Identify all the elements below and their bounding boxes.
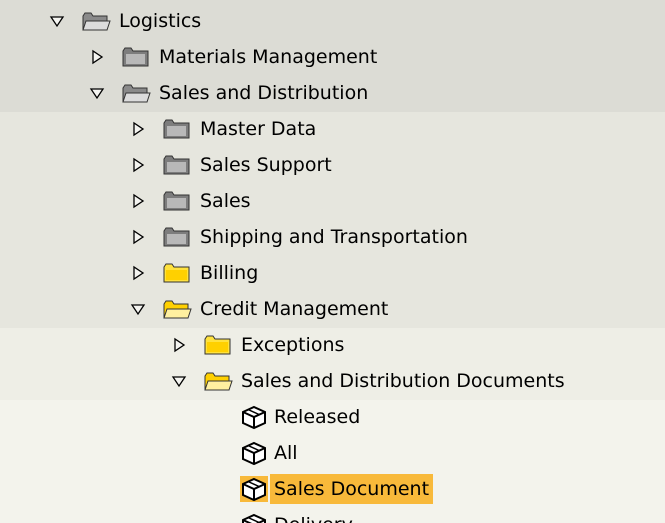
- tree-node-shipping-and-transportation[interactable]: Shipping and Transportation: [0, 219, 665, 255]
- tree-leaf-label: All: [274, 442, 298, 464]
- tree-leaf-released[interactable]: Released: [0, 399, 665, 435]
- tree-node-sales-and-distribution[interactable]: Sales and Distribution: [0, 75, 665, 111]
- tree-leaf-label-selected: Sales Document: [270, 474, 434, 504]
- tree-node-label: Exceptions: [241, 334, 345, 356]
- tree-node-billing[interactable]: Billing: [0, 255, 665, 291]
- tree-node-materials-management[interactable]: Materials Management: [0, 39, 665, 75]
- transaction-cube-icon: [242, 405, 266, 430]
- tree-leaf-label: Delivery: [274, 510, 353, 523]
- tree-node-label: Master Data: [200, 118, 317, 140]
- tree-node-credit-management[interactable]: Credit Management: [0, 291, 665, 327]
- tree-node-sales-support[interactable]: Sales Support: [0, 147, 665, 183]
- yellow-open-folder-icon: [204, 372, 233, 391]
- tree-node-label: Sales Support: [200, 154, 332, 176]
- transaction-cube-icon: [242, 513, 266, 523]
- gray-open-folder-icon: [82, 12, 111, 31]
- tree-node-label: Sales and Distribution: [159, 82, 369, 104]
- transaction-cube-icon: [242, 441, 266, 466]
- tree-node-label: Materials Management: [159, 46, 378, 68]
- tree-node-master-data[interactable]: Master Data: [0, 111, 665, 147]
- gray-folder-icon: [122, 47, 149, 67]
- collapse-toggle-icon[interactable]: [129, 228, 147, 246]
- tree-node-exceptions[interactable]: Exceptions: [0, 327, 665, 363]
- transaction-cube-icon: [240, 476, 268, 502]
- yellow-folder-icon: [163, 263, 190, 283]
- gray-folder-icon: [163, 191, 190, 211]
- tree-leaf-delivery[interactable]: Delivery: [0, 507, 665, 523]
- yellow-open-folder-icon: [163, 300, 192, 319]
- tree-node-label: Sales: [200, 190, 251, 212]
- gray-folder-icon: [163, 155, 190, 175]
- tree-node-label: Sales and Distribution Documents: [241, 370, 565, 392]
- expand-toggle-icon[interactable]: [170, 372, 188, 390]
- tree-node-label: Logistics: [119, 10, 202, 32]
- gray-folder-icon: [163, 119, 190, 139]
- collapse-toggle-icon[interactable]: [129, 192, 147, 210]
- gray-open-folder-icon: [122, 84, 151, 103]
- gray-folder-icon: [163, 227, 190, 247]
- tree-node-label: Credit Management: [200, 298, 389, 320]
- collapse-toggle-icon[interactable]: [129, 156, 147, 174]
- expand-toggle-icon[interactable]: [129, 300, 147, 318]
- tree-leaf-all[interactable]: All: [0, 435, 665, 471]
- tree-leaf-sales-document[interactable]: Sales Document: [0, 471, 665, 507]
- tree-node-label: Shipping and Transportation: [200, 226, 468, 248]
- collapse-toggle-icon[interactable]: [170, 336, 188, 354]
- collapse-toggle-icon[interactable]: [129, 264, 147, 282]
- yellow-folder-icon: [204, 335, 231, 355]
- tree-node-sales[interactable]: Sales: [0, 183, 665, 219]
- tree-node-logistics[interactable]: Logistics: [0, 3, 665, 39]
- tree-node-sales-and-distribution-documents[interactable]: Sales and Distribution Documents: [0, 363, 665, 399]
- collapse-toggle-icon[interactable]: [88, 48, 106, 66]
- expand-toggle-icon[interactable]: [88, 84, 106, 102]
- expand-toggle-icon[interactable]: [48, 12, 66, 30]
- collapse-toggle-icon[interactable]: [129, 120, 147, 138]
- tree-leaf-label: Released: [274, 406, 361, 428]
- menu-tree: Logistics Materials Management Sales and…: [0, 0, 665, 523]
- tree-node-label: Billing: [200, 262, 259, 284]
